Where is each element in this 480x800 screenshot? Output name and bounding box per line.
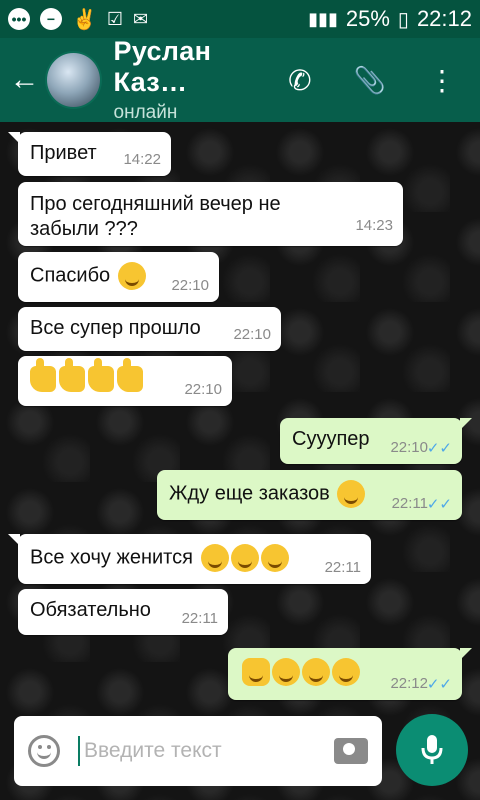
microphone-button[interactable] [396, 714, 468, 786]
battery-percent: 25% [345, 6, 390, 31]
message-input[interactable]: Введите текст [78, 736, 334, 766]
chat-header: ← Руслан Каз… онлайн ✆ 📎 ⋮ [0, 36, 480, 124]
read-ticks-icon: ✓✓ [426, 440, 452, 457]
message-incoming[interactable]: 22:10 [18, 356, 232, 406]
message-time: 14:23 [355, 217, 393, 234]
wink-emoji-icon [337, 480, 366, 508]
grin-emoji-icon [230, 544, 259, 572]
message-text: Спасибо [30, 264, 111, 287]
microphone-icon [421, 735, 443, 764]
message-text: Все хочу женится [30, 546, 193, 569]
chat-area[interactable]: Привет 14:22 Про сегодняшний вечер не за… [0, 122, 480, 800]
paperclip-icon[interactable]: 📎 [354, 65, 386, 96]
message-time: 22:12 [390, 675, 428, 692]
message-outgoing[interactable]: Сууупер 22:10 ✓✓ [280, 418, 472, 464]
grin-emoji-icon [260, 544, 289, 572]
read-ticks-icon: ✓✓ [426, 676, 452, 693]
clock: 22:12 [416, 6, 472, 31]
contact-name[interactable]: Руслан Каз… [114, 36, 289, 98]
task-done-icon: ☑ [106, 8, 124, 29]
flexed-biceps-emoji-icon [242, 658, 270, 686]
phone-icon[interactable]: ✆ [288, 64, 311, 97]
battery-icon: ▯ [397, 8, 409, 31]
message-time: 22:10 [233, 326, 271, 343]
smiley-icon[interactable] [28, 735, 60, 767]
message-time: 22:11 [391, 495, 428, 512]
message-incoming[interactable]: Обязательно 22:11 [18, 589, 228, 635]
contact-avatar[interactable] [44, 51, 102, 109]
bunny-icon: ✌ [72, 8, 97, 31]
grin-emoji-icon [200, 544, 229, 572]
thumbs-up-emoji-icon [59, 358, 85, 392]
message-time: 22:10 [390, 439, 428, 456]
tears-of-joy-emoji-icon [302, 658, 330, 686]
message-text: Про сегодняшний вечер не забыли ??? [30, 193, 281, 240]
message-time: 22:10 [184, 381, 222, 398]
message-incoming[interactable]: Все супер прошло 22:10 [18, 307, 281, 351]
tears-of-joy-emoji-icon [332, 658, 360, 686]
message-time: 22:11 [181, 610, 218, 627]
smile-emoji-icon [117, 262, 146, 290]
email-icon: ✉ [133, 8, 149, 29]
tears-of-joy-emoji-icon [272, 658, 300, 686]
message-text: Сууупер [292, 428, 370, 450]
do-not-disturb-icon: − [40, 8, 62, 30]
message-text: Все супер прошло [30, 317, 201, 339]
camera-icon[interactable] [334, 738, 368, 764]
read-ticks-icon: ✓✓ [426, 496, 452, 513]
message-time: 22:10 [171, 277, 209, 294]
message-incoming[interactable]: Про сегодняшний вечер не забыли ??? 14:2… [18, 182, 403, 246]
status-bar: ••• − ✌ ☑ ✉ ▮▮▮ 25% ▯ 22:12 [0, 0, 480, 38]
message-outgoing[interactable]: Жду еще заказов 22:11 ✓✓ [157, 470, 462, 520]
thumbs-up-emoji-icon [88, 358, 114, 392]
thumbs-up-emoji-icon [30, 358, 56, 392]
message-outgoing[interactable]: 22:12 ✓✓ [228, 648, 472, 700]
more-vert-icon[interactable]: ⋮ [428, 64, 456, 97]
chat-notification-icon: ••• [8, 8, 30, 30]
message-text: Привет [30, 142, 97, 164]
message-time: 22:11 [324, 559, 361, 576]
contact-info[interactable]: Руслан Каз… онлайн [114, 36, 289, 124]
message-text: Обязательно [30, 599, 151, 621]
message-text: Жду еще заказов [169, 482, 330, 505]
message-incoming[interactable]: Все хочу женится 22:11 [8, 534, 371, 584]
contact-status: онлайн [113, 102, 178, 123]
message-incoming[interactable]: Спасибо 22:10 [18, 252, 219, 302]
message-input-bar: Введите текст [14, 716, 382, 786]
back-arrow-icon[interactable]: ← [4, 63, 45, 97]
message-time: 14:22 [123, 151, 161, 168]
thumbs-up-emoji-icon [117, 358, 143, 392]
message-incoming[interactable]: Привет 14:22 [8, 132, 171, 176]
sim-signal-icon: ▮▮▮ [308, 8, 338, 29]
